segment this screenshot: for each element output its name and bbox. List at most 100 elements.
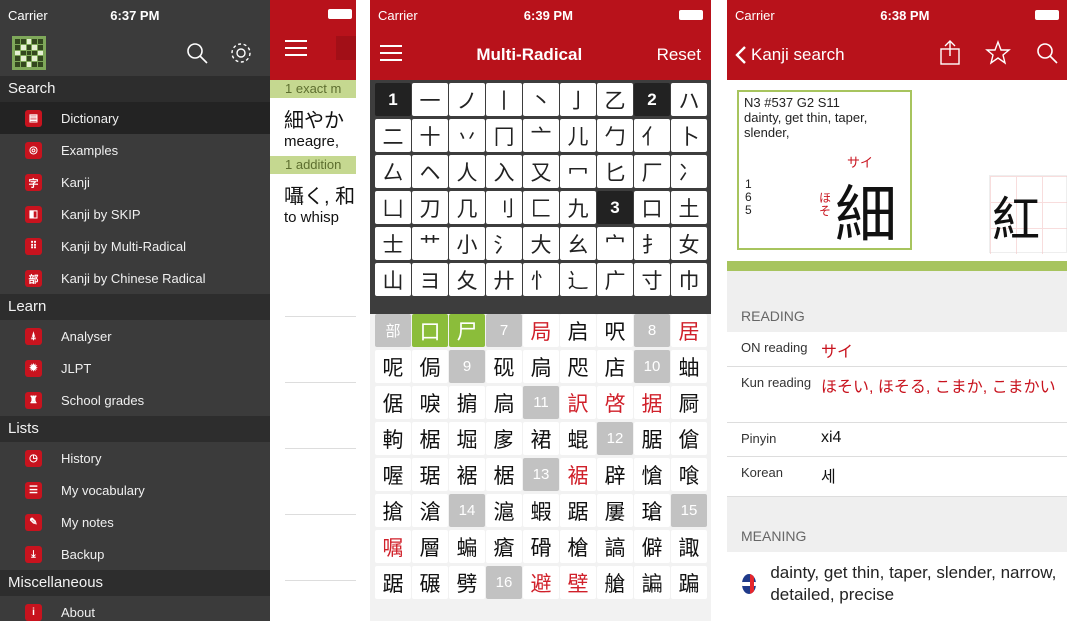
selected-radical[interactable]: 尸 [449,314,485,347]
menu-item[interactable]: ◧ Kanji by SKIP [0,198,270,230]
radical-button[interactable]: 凵 [375,191,411,224]
kanji-result[interactable]: 椐 [486,458,522,491]
kanji-result[interactable]: 磆 [523,530,559,563]
kanji-result[interactable]: 滄 [412,494,448,527]
radical-button[interactable]: 丶 [523,83,559,116]
back-button[interactable]: Kanji search [735,45,845,65]
radical-button[interactable]: 匕 [597,155,633,188]
kanji-result[interactable]: 辟 [597,458,633,491]
kanji-result[interactable]: 启 [560,314,596,347]
kanji-result[interactable]: 掮 [449,386,485,419]
kanji-result[interactable]: 扅 [486,422,522,455]
radical-button[interactable]: 卜 [671,119,707,152]
menu-item[interactable]: ☰ My vocabulary [0,474,270,506]
kanji-result[interactable]: 訳 [560,386,596,419]
radical-button[interactable]: 亠 [523,119,559,152]
kanji-result[interactable]: 壁 [560,566,596,599]
radical-button[interactable]: 女 [671,227,707,260]
kanji-result[interactable]: 店 [597,350,633,383]
menu-item[interactable]: 部 Kanji by Chinese Radical [0,262,270,294]
radical-button[interactable]: 十 [412,119,448,152]
kanji-result[interactable]: 倨 [375,386,411,419]
kanji-result[interactable]: 蝙 [449,530,485,563]
kanji-result[interactable]: 蜫 [560,422,596,455]
kanji-result[interactable]: 艙 [597,566,633,599]
kanji-result[interactable]: 瘡 [486,530,522,563]
kanji-result[interactable]: 喔 [375,458,411,491]
kanji-result[interactable]: 傖 [671,422,707,455]
kanji-result[interactable]: 避 [523,566,559,599]
kanji-result[interactable]: 呢 [375,350,411,383]
radical-button[interactable]: 丨 [486,83,522,116]
kanji-result[interactable]: 踞 [560,494,596,527]
kanji-result[interactable]: 咫 [560,350,596,383]
radical-button[interactable]: 口 [634,191,670,224]
radical-button[interactable]: 二 [375,119,411,152]
kanji-result[interactable]: 屙 [671,386,707,419]
result-row[interactable]: 細やか meagre, [270,98,356,156]
kanji-result[interactable]: 劈 [449,566,485,599]
kanji-result[interactable]: 瑲 [634,494,670,527]
radical-button[interactable]: 山 [375,263,411,296]
menu-item[interactable]: ◎ Examples [0,134,270,166]
kanji-result[interactable]: 砚 [486,350,522,383]
radical-button[interactable]: 冂 [486,119,522,152]
kanji-result[interactable]: 滬 [486,494,522,527]
radical-button[interactable]: 刂 [486,191,522,224]
radical-button[interactable]: 勹 [597,119,633,152]
radical-button[interactable]: 刀 [412,191,448,224]
radical-button[interactable]: 丷 [449,119,485,152]
kanji-result[interactable]: 搶 [375,494,411,527]
menu-icon[interactable] [380,44,402,66]
radical-button[interactable]: 寸 [634,263,670,296]
kanji-result[interactable]: 蚰 [671,350,707,383]
kanji-result[interactable]: 啓 [597,386,633,419]
radical-button[interactable]: 入 [486,155,522,188]
menu-item[interactable]: ♜ School grades [0,384,270,416]
kanji-result[interactable]: 琚 [412,458,448,491]
radical-button[interactable]: ノ [449,83,485,116]
radical-button[interactable]: 九 [560,191,596,224]
kanji-result[interactable]: 堀 [449,422,485,455]
menu-item[interactable]: ▤ Dictionary [0,102,270,134]
kanji-result[interactable]: 諏 [671,530,707,563]
kanji-result[interactable]: 裾 [449,458,485,491]
radical-button[interactable]: 辶 [560,263,596,296]
radical-button[interactable]: 小 [449,227,485,260]
kanji-result[interactable]: 据 [634,386,670,419]
result-row[interactable]: 囁く, 和 to whisp [270,174,356,232]
radical-button[interactable]: 儿 [560,119,596,152]
kanji-result[interactable]: 軥 [375,422,411,455]
kanji-result[interactable]: 屢 [597,494,633,527]
kanji-result[interactable]: 呎 [597,314,633,347]
kanji-result[interactable]: 踞 [375,566,411,599]
radical-button[interactable]: 夂 [449,263,485,296]
kanji-result[interactable]: 謞 [597,530,633,563]
radical-button[interactable]: 一 [412,83,448,116]
kanji-result[interactable]: 層 [412,530,448,563]
kanji-result[interactable]: 局 [523,314,559,347]
radical-button[interactable]: 巾 [671,263,707,296]
reset-button[interactable]: Reset [657,45,701,65]
menu-item[interactable]: ⠿ Kanji by Multi-Radical [0,230,270,262]
radical-button[interactable]: 士 [375,227,411,260]
kanji-result[interactable]: 碾 [412,566,448,599]
radical-button[interactable]: 人 [449,155,485,188]
share-icon[interactable] [939,39,961,71]
kanji-result[interactable]: 諞 [634,566,670,599]
menu-item[interactable]: ⤓ Backup [0,538,270,570]
radical-button[interactable]: 扌 [634,227,670,260]
search-icon[interactable] [180,36,214,70]
kanji-result[interactable]: 侷 [412,350,448,383]
menu-item[interactable]: ⍋ Analyser [0,320,270,352]
kanji-result[interactable]: 槍 [560,530,596,563]
radical-button[interactable]: 大 [523,227,559,260]
radical-button[interactable]: 幺 [560,227,596,260]
kanji-result[interactable]: 扃 [486,386,522,419]
radical-button[interactable]: 冫 [671,155,707,188]
radical-button[interactable]: 亅 [560,83,596,116]
radical-button[interactable]: ヘ [412,155,448,188]
kanji-result[interactable]: 蹁 [671,566,707,599]
radical-button[interactable]: 氵 [486,227,522,260]
search-icon[interactable] [1035,41,1059,70]
